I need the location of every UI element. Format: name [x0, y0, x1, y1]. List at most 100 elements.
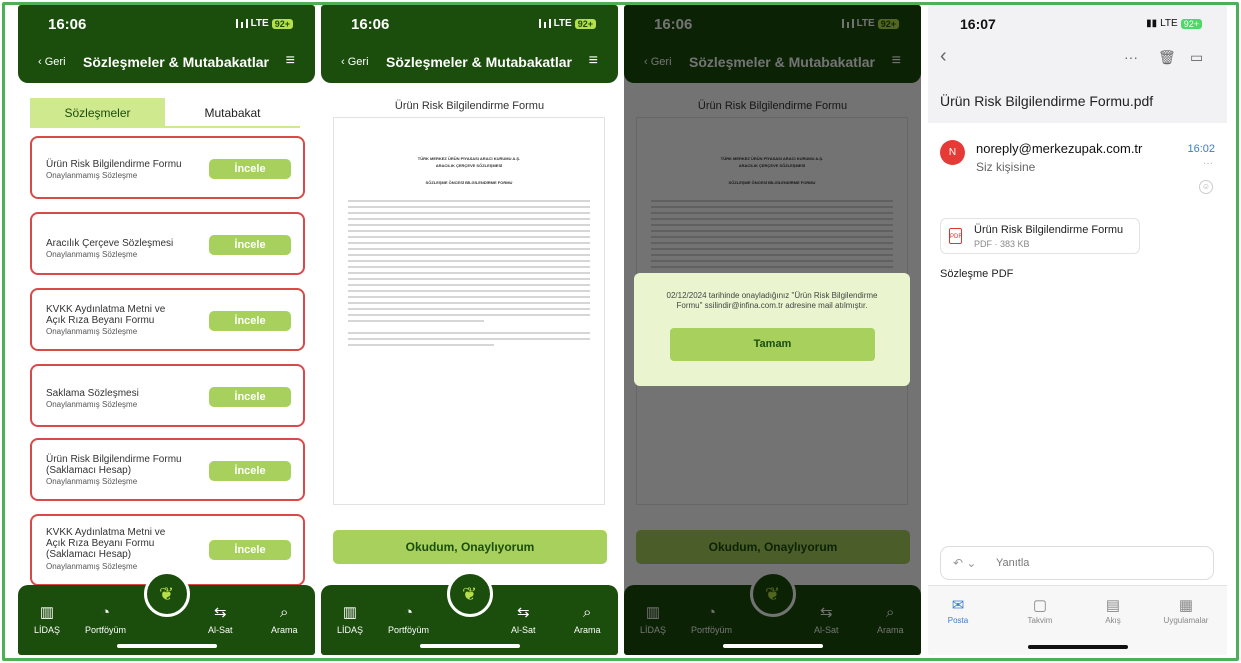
ok-button[interactable]: Tamam — [670, 328, 875, 361]
status-indicators: LTE92+ — [235, 18, 293, 29]
review-button[interactable]: İncele — [209, 387, 291, 407]
nav-buy-sell[interactable]: ⇆ Al-Sat — [208, 603, 233, 635]
search-icon: ⌕ — [280, 604, 289, 621]
review-button[interactable]: İncele — [209, 159, 291, 179]
back-button[interactable]: ‹ Geri — [38, 56, 66, 68]
wheat-logo-icon: ❦ — [461, 583, 478, 604]
contract-name: Ürün Risk Bilgilendirme Formu (Saklamacı… — [46, 454, 182, 476]
contract-status: Onaylanmamış Sözleşme — [46, 250, 138, 259]
document-heading: ARACILIK ÇERÇEVE SÖZLEŞMESİ — [435, 163, 503, 168]
contract-card[interactable]: KVKK Aydınlatma Metni ve Açık Rıza Beyan… — [30, 288, 305, 351]
contract-card[interactable]: Ürün Risk Bilgilendirme Formu Onaylanmam… — [30, 136, 305, 199]
nav-label: Portföyüm — [85, 625, 127, 635]
feed-icon: ▤ — [1105, 597, 1121, 614]
contract-card[interactable]: Saklama Sözleşmesi Onaylanmamış Sözleşme… — [30, 364, 305, 427]
back-chevron-icon[interactable]: ‹ — [940, 45, 947, 68]
tab-label: Akış — [1105, 616, 1121, 625]
app-logo-button[interactable]: ❦ — [143, 571, 190, 617]
archive-icon[interactable]: ▭ — [1190, 49, 1203, 66]
contract-card[interactable]: Ürün Risk Bilgilendirme Formu (Saklamacı… — [30, 438, 305, 501]
bottom-nav: ❦ ▥ LİDAŞ ◔ Portföyüm ⇆ Al-Sat ⌕ Arama — [321, 571, 618, 655]
tab-apps[interactable]: ▦ Uygulamalar — [1156, 596, 1216, 625]
tab-feed[interactable]: ▤ Akış — [1083, 596, 1143, 625]
message-more-icon[interactable]: ··· — [1203, 158, 1213, 169]
nav-search[interactable]: ⌕ Arama — [574, 604, 601, 635]
contract-name: KVKK Aydınlatma Metni ve Açık Rıza Beyan… — [46, 527, 166, 560]
mail-body: Sözleşme PDF — [940, 268, 1014, 280]
contract-status: Onaylanmamış Sözleşme — [46, 327, 138, 336]
pie-icon: ◔ — [403, 604, 414, 621]
wheat-logo-icon: ❦ — [158, 583, 175, 604]
app-header: 16:06 LTE92+ ‹ Geri Sözleşmeler & Mutaba… — [18, 5, 315, 83]
phone-document-view: 16:06 LTE 92+ ‹ Geri Sözleşmeler & Mutaba… — [321, 5, 618, 655]
contract-card[interactable]: Aracılık Çerçeve Sözleşmesi Onaylanmamış… — [30, 212, 305, 275]
attachment-name: Ürün Risk Bilgilendirme Formu — [974, 224, 1124, 236]
network-label: LTE — [553, 18, 572, 29]
mail-tabbar: ✉ Posta ▢ Takvim ▤ Akış ▦ Uygulamalar — [928, 585, 1227, 655]
envelope-icon: ✉ — [951, 597, 965, 614]
sender-address[interactable]: noreply@merkezupak.com.tr — [976, 141, 1142, 156]
swap-arrows-icon: ⇆ — [213, 604, 227, 621]
search-icon: ⌕ — [583, 604, 592, 621]
mail-subject: Ürün Risk Bilgilendirme Formu.pdf — [940, 93, 1154, 109]
back-label: Geri — [347, 56, 369, 68]
tab-contracts[interactable]: Sözleşmeler — [30, 98, 165, 128]
signal-icon: ▮▮ — [1146, 18, 1158, 29]
status-indicators: ▮▮ LTE 92+ — [1146, 18, 1202, 29]
document-viewer[interactable]: TÜRK MERKEZ ÜRÜN PİYASASI ARACI KURUMU A… — [333, 117, 605, 505]
attachment-meta: PDF · 383 KB — [974, 239, 1030, 249]
recipient-label: Siz kişisine — [976, 160, 1036, 174]
nav-label: LİDAŞ — [337, 625, 364, 635]
home-indicator — [116, 644, 217, 648]
nav-label: Arama — [271, 625, 298, 635]
home-indicator — [419, 644, 520, 648]
review-button[interactable]: İncele — [209, 540, 291, 560]
contract-status: Onaylanmamış Sözleşme — [46, 171, 138, 180]
nav-label: LİDAŞ — [34, 625, 61, 635]
contract-name: KVKK Aydınlatma Metni ve Açık Rıza Beyan… — [46, 304, 166, 326]
more-dots-icon[interactable]: ··· — [1124, 49, 1138, 65]
hamburger-menu-icon[interactable]: ≡ — [286, 52, 295, 70]
emoji-reaction-icon[interactable]: ☺ — [1199, 180, 1213, 194]
contract-name: Saklama Sözleşmesi — [46, 388, 139, 399]
nav-lidas[interactable]: ▥ LİDAŞ — [337, 603, 363, 635]
nav-portfolio[interactable]: ◔ Portföyüm — [388, 604, 429, 635]
page-title: Sözleşmeler & Mutabakatlar — [83, 54, 269, 70]
tab-mail[interactable]: ✉ Posta — [928, 596, 988, 625]
nav-search[interactable]: ⌕ Arama — [271, 604, 298, 635]
network-label: LTE — [250, 18, 269, 29]
tab-label: Posta — [947, 616, 969, 625]
trash-icon[interactable]: 🗑 — [1158, 49, 1176, 66]
nav-label: Al-Sat — [511, 625, 536, 635]
signal-icon — [235, 19, 248, 28]
review-button[interactable]: İncele — [209, 311, 291, 331]
status-time: 16:07 — [960, 16, 996, 32]
confirm-read-button[interactable]: Okudum, Onaylıyorum — [333, 530, 607, 564]
pie-icon: ◔ — [100, 604, 111, 621]
app-header: 16:06 LTE92+ ‹ Geri Sözleşmeler & Mutaba… — [321, 5, 618, 83]
dialog-message: 02/12/2024 tarihinde onayladığınız "Ürün… — [666, 291, 878, 310]
hamburger-menu-icon[interactable]: ≡ — [589, 52, 598, 70]
battery-badge: 92+ — [1180, 18, 1202, 29]
tab-calendar[interactable]: ▢ Takvim — [1010, 596, 1070, 625]
contract-status: Onaylanmamış Sözleşme — [46, 400, 138, 409]
calendar-icon: ▢ — [1032, 597, 1048, 614]
reply-field[interactable]: ↶ ⌄ Yanıtla — [940, 546, 1214, 580]
bottom-nav: ❦ ▥ LİDAŞ ◔ Portföyüm ⇆ Al-Sat ⌕ Arama — [18, 571, 315, 655]
phone-mail-view: 16:07 ▮▮ LTE 92+ ‹ ··· 🗑 ▭ Ürün Risk Bilgi… — [928, 5, 1227, 655]
pdf-attachment[interactable]: PDF Ürün Risk Bilgilendirme Formu PDF · … — [940, 218, 1140, 254]
back-button[interactable]: ‹ Geri — [341, 56, 369, 68]
contract-status: Onaylanmamış Sözleşme — [46, 477, 138, 486]
status-indicators: LTE92+ — [538, 18, 596, 29]
nav-label: Arama — [574, 625, 601, 635]
tab-reconciliation[interactable]: Mutabakat — [165, 98, 300, 128]
nav-buy-sell[interactable]: ⇆ Al-Sat — [511, 603, 536, 635]
signal-icon — [538, 19, 551, 28]
tab-label: Uygulamalar — [1163, 616, 1209, 625]
app-logo-button[interactable]: ❦ — [446, 571, 493, 617]
review-button[interactable]: İncele — [209, 461, 291, 481]
nav-portfolio[interactable]: ◔ Portföyüm — [85, 604, 126, 635]
review-button[interactable]: İncele — [209, 235, 291, 255]
nav-lidas[interactable]: ▥ LİDAŞ — [34, 603, 60, 635]
confirmation-dialog: 02/12/2024 tarihinde onayladığınız "Ürün… — [634, 273, 910, 386]
